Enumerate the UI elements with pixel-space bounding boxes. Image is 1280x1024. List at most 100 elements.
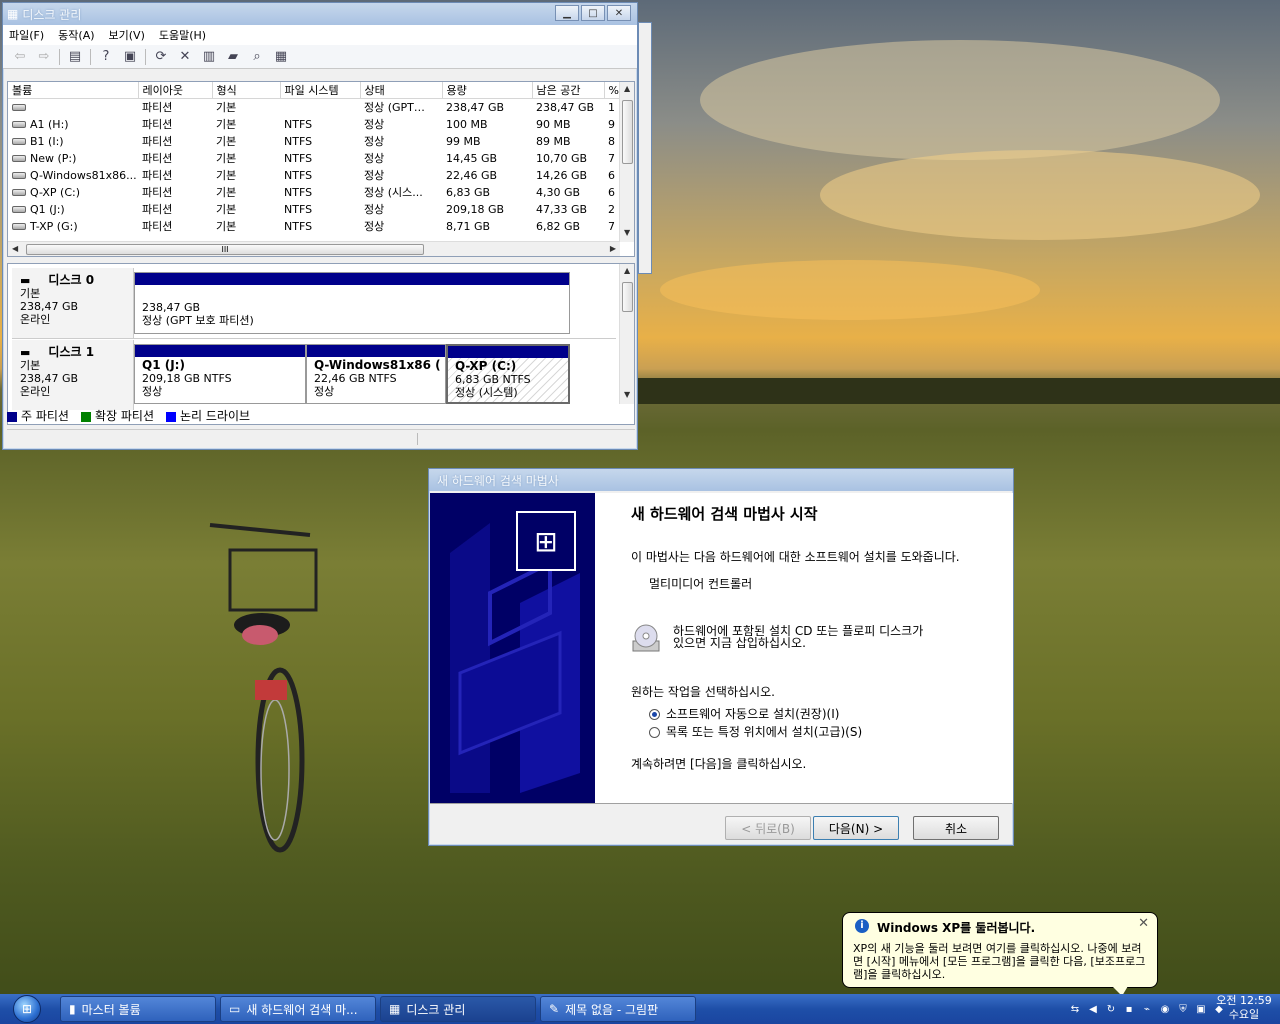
task-disk-management[interactable]: ▦ 디스크 관리 xyxy=(380,996,536,1022)
device-icon[interactable]: ▪ xyxy=(1122,1002,1136,1016)
cloud xyxy=(660,260,1040,320)
show-hide-tree-icon[interactable]: ▤ xyxy=(66,48,84,66)
close-icon[interactable]: ✕ xyxy=(1138,916,1149,931)
radio-manual-install[interactable] xyxy=(649,727,660,738)
partition-size: 6,83 GB NTFS xyxy=(455,373,531,386)
task-paint[interactable]: ✎ 제목 없음 - 그림판 xyxy=(540,996,696,1022)
partition-name: Q-XP (C:) xyxy=(455,359,517,373)
clock[interactable]: 오전 12:59 수요일 xyxy=(1216,994,1272,1022)
column-header-free-space[interactable]: 남은 공간 xyxy=(532,82,605,99)
delete-icon[interactable]: ✕ xyxy=(176,48,194,66)
scroll-thumb[interactable] xyxy=(622,282,633,312)
disk-list-icon[interactable]: ▦ xyxy=(272,48,290,66)
scroll-down-icon[interactable]: ▼ xyxy=(624,228,630,237)
filesystem-cell xyxy=(280,99,360,116)
vertical-scrollbar[interactable]: ▲ ▼ xyxy=(619,82,634,242)
filesystem-cell: NTFS xyxy=(284,151,313,165)
layout-cell: 파티션 xyxy=(142,186,173,199)
search-icon[interactable]: ⌕ xyxy=(248,48,266,66)
option-manual-install[interactable]: 목록 또는 특정 위치에서 설치(고급)(S) xyxy=(649,723,862,740)
menu-help[interactable]: 도움말(H) xyxy=(159,27,206,43)
monitor-icon[interactable]: ▣ xyxy=(1194,1002,1208,1016)
close-button[interactable]: ✕ xyxy=(607,5,631,21)
volume-row[interactable]: T-XP (G:) 파티션 기본 NTFS 정상 8,71 GB 6,82 GB 7 xyxy=(8,218,620,235)
volume-row[interactable]: 파티션 기본 정상 (GPT… 238,47 GB 238,47 GB 1 xyxy=(8,99,620,116)
column-header-status[interactable]: 상태 xyxy=(360,82,443,99)
volume-cell: Q-Windows81x86... xyxy=(8,167,138,184)
volume-row[interactable]: Q-Windows81x86... 파티션 기본 NTFS 정상 22,46 GB 14,2… xyxy=(8,167,620,184)
back-button[interactable]: < 뒤로(B) xyxy=(725,816,811,840)
refresh-icon[interactable]: ⟳ xyxy=(152,48,170,66)
option-auto-install[interactable]: 소프트웨어 자동으로 설치(권장)(I) xyxy=(649,705,839,722)
next-button[interactable]: 다음(N) > xyxy=(813,816,899,840)
partition-q-xp[interactable]: Q-XP (C:) 6,83 GB NTFS 정상 (시스템) xyxy=(446,344,570,404)
volume-row[interactable]: New (P:) 파티션 기본 NTFS 정상 14,45 GB 10,70 GB 7 xyxy=(8,150,620,167)
graph-vertical-scrollbar[interactable]: ▲ ▼ xyxy=(619,264,634,404)
start-button[interactable]: ⊞ xyxy=(2,994,52,1024)
cancel-button[interactable]: 취소 xyxy=(913,816,999,840)
disk-name: 디스크 0 xyxy=(48,273,95,287)
open-folder-icon[interactable]: ▰ xyxy=(224,48,242,66)
volume-name: Q1 (J:) xyxy=(30,202,65,216)
volume-row[interactable]: Q1 (J:) 파티션 기본 NTFS 정상 209,18 GB 47,33 GB 2 xyxy=(8,201,620,218)
capacity-cell: 14,45 GB xyxy=(446,151,498,165)
scroll-up-icon[interactable]: ▲ xyxy=(624,84,630,93)
menu-action[interactable]: 동작(A) xyxy=(58,27,94,43)
update-icon[interactable]: ◉ xyxy=(1158,1002,1172,1016)
cloud xyxy=(820,150,1260,240)
rescan-icon[interactable]: ▥ xyxy=(200,48,218,66)
scroll-left-icon[interactable]: ◀ xyxy=(12,244,18,253)
task-master-volume[interactable]: ▮ 마스터 볼륨 xyxy=(60,996,216,1022)
filesystem-cell: NTFS xyxy=(284,202,313,216)
menu-file[interactable]: 파일(F) xyxy=(9,27,44,43)
title-bar[interactable]: 새 하드웨어 검색 마법사 xyxy=(429,469,1013,491)
forward-arrow-icon[interactable]: ⇨ xyxy=(35,48,53,66)
primary-partition-bar xyxy=(135,345,305,357)
volume-row[interactable]: A1 (H:) 파티션 기본 NTFS 정상 100 MB 90 MB 9 xyxy=(8,116,620,133)
disk-1-label[interactable]: ▬ 디스크 1 기본 238,47 GB 온라인 xyxy=(12,340,134,410)
column-header-type[interactable]: 형식 xyxy=(212,82,281,99)
minimize-button[interactable]: ▁ xyxy=(555,5,579,21)
free-space-cell: 14,26 GB xyxy=(536,168,588,182)
partition-gpt-protective[interactable]: 238,47 GB 정상 (GPT 보호 파티션) xyxy=(134,272,570,334)
column-header-percent[interactable]: % xyxy=(604,82,621,99)
scroll-up-icon[interactable]: ▲ xyxy=(624,266,630,275)
menu-view[interactable]: 보기(V) xyxy=(109,27,145,43)
connection-icon[interactable]: ⌁ xyxy=(1140,1002,1154,1016)
title-bar[interactable]: ▦ 디스크 관리 xyxy=(3,3,637,25)
partition-q1[interactable]: Q1 (J:) 209,18 GB NTFS 정상 xyxy=(134,344,306,404)
volume-row[interactable]: B1 (I:) 파티션 기본 NTFS 정상 99 MB 89 MB 8 xyxy=(8,133,620,150)
disk-management-window: ▦ 디스크 관리 ▁ □ ✕ 파일(F) 동작(A) 보기(V) 도움말(H) … xyxy=(2,2,638,450)
scroll-right-icon[interactable]: ▶ xyxy=(610,244,616,253)
column-header-filesystem[interactable]: 파일 시스템 xyxy=(280,82,361,99)
volume-cell: Q1 (J:) xyxy=(8,201,138,218)
legend-label: 확장 파티션 xyxy=(94,409,154,423)
security-shield-icon[interactable]: ⛨ xyxy=(1176,1002,1190,1016)
capacity-cell: 6,83 GB xyxy=(446,185,491,199)
column-header-capacity[interactable]: 용량 xyxy=(442,82,533,99)
column-header-layout[interactable]: 레이아웃 xyxy=(138,82,213,99)
horizontal-scrollbar[interactable]: ◀ III ▶ xyxy=(8,241,620,256)
primary-partition-bar xyxy=(307,345,445,357)
task-hardware-wizard[interactable]: ▭ 새 하드웨어 검색 마... xyxy=(220,996,376,1022)
disk-management-icon: ▦ xyxy=(389,1002,401,1016)
partition-q-windows81x86[interactable]: Q-Windows81x86 ( 22,46 GB NTFS 정상 xyxy=(306,344,446,404)
scroll-thumb[interactable]: III xyxy=(26,244,424,255)
sync-icon[interactable]: ↻ xyxy=(1104,1002,1118,1016)
type-cell: 기본 xyxy=(216,118,237,131)
volume-row[interactable]: Q-XP (C:) 파티션 기본 NTFS 정상 (시스... 6,83 GB 4,30 G… xyxy=(8,184,620,201)
column-header-volume[interactable]: 볼륨 xyxy=(8,82,139,99)
network-icon[interactable]: ⇆ xyxy=(1068,1002,1082,1016)
disk-type: 기본 xyxy=(20,359,41,372)
help-icon[interactable]: ? xyxy=(97,48,115,66)
radio-auto-install[interactable] xyxy=(649,709,660,720)
scroll-down-icon[interactable]: ▼ xyxy=(624,390,630,399)
volume-icon xyxy=(12,223,26,230)
maximize-button[interactable]: □ xyxy=(581,5,605,21)
scroll-thumb[interactable] xyxy=(622,100,633,164)
disk-0-label[interactable]: ▬ 디스크 0 기본 238,47 GB 온라인 xyxy=(12,268,134,338)
properties-icon[interactable]: ▣ xyxy=(121,48,139,66)
balloon-tip[interactable]: i ✕ Windows XP를 둘러봅니다. XP의 새 기능을 둘러 보려면 … xyxy=(842,912,1158,988)
speaker-icon[interactable]: ◀ xyxy=(1086,1002,1100,1016)
back-arrow-icon[interactable]: ⇦ xyxy=(11,48,29,66)
